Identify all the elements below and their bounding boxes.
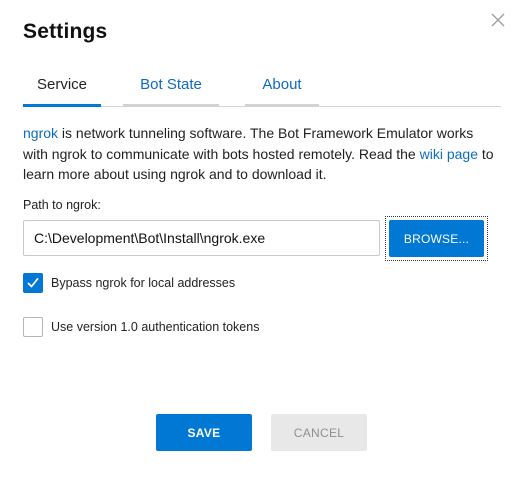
browse-button[interactable]: BROWSE... xyxy=(389,220,484,257)
close-icon xyxy=(491,13,505,27)
ngrok-path-input[interactable] xyxy=(23,220,380,256)
ngrok-description: ngrok is network tunneling software. The… xyxy=(23,123,501,185)
tab-bot-state-indicator xyxy=(123,104,219,107)
browse-focus-outline: BROWSE... xyxy=(385,216,488,261)
v1-auth-checkbox-row[interactable]: Use version 1.0 authentication tokens xyxy=(23,317,259,337)
settings-dialog: Settings Service Bot State About ngrok i… xyxy=(0,0,522,482)
save-button[interactable]: SAVE xyxy=(156,414,252,451)
bypass-ngrok-label: Bypass ngrok for local addresses xyxy=(51,276,236,290)
tab-about[interactable]: About xyxy=(245,72,319,107)
tab-about-label: About xyxy=(262,76,302,93)
ngrok-link[interactable]: ngrok xyxy=(23,125,58,141)
v1-auth-label: Use version 1.0 authentication tokens xyxy=(51,320,260,334)
tab-service-label: Service xyxy=(36,76,88,93)
wiki-page-link[interactable]: wiki page xyxy=(420,146,478,162)
path-to-ngrok-label: Path to ngrok: xyxy=(23,198,101,212)
tab-bot-state[interactable]: Bot State xyxy=(123,72,219,107)
dialog-title: Settings xyxy=(23,20,108,43)
checkmark-icon xyxy=(27,278,39,288)
tab-service-indicator xyxy=(23,104,101,107)
close-button[interactable] xyxy=(488,10,508,30)
v1-auth-checkbox[interactable] xyxy=(23,317,43,337)
tab-bot-state-label: Bot State xyxy=(140,76,202,93)
tab-service[interactable]: Service xyxy=(23,72,101,107)
cancel-button[interactable]: CANCEL xyxy=(271,414,367,451)
bypass-ngrok-checkbox-row[interactable]: Bypass ngrok for local addresses xyxy=(23,273,235,293)
tab-bar: Service Bot State About xyxy=(23,72,501,107)
bypass-ngrok-checkbox[interactable] xyxy=(23,273,43,293)
tab-about-indicator xyxy=(245,104,319,107)
description-text-1: is network tunneling software. The Bot F… xyxy=(23,125,474,162)
